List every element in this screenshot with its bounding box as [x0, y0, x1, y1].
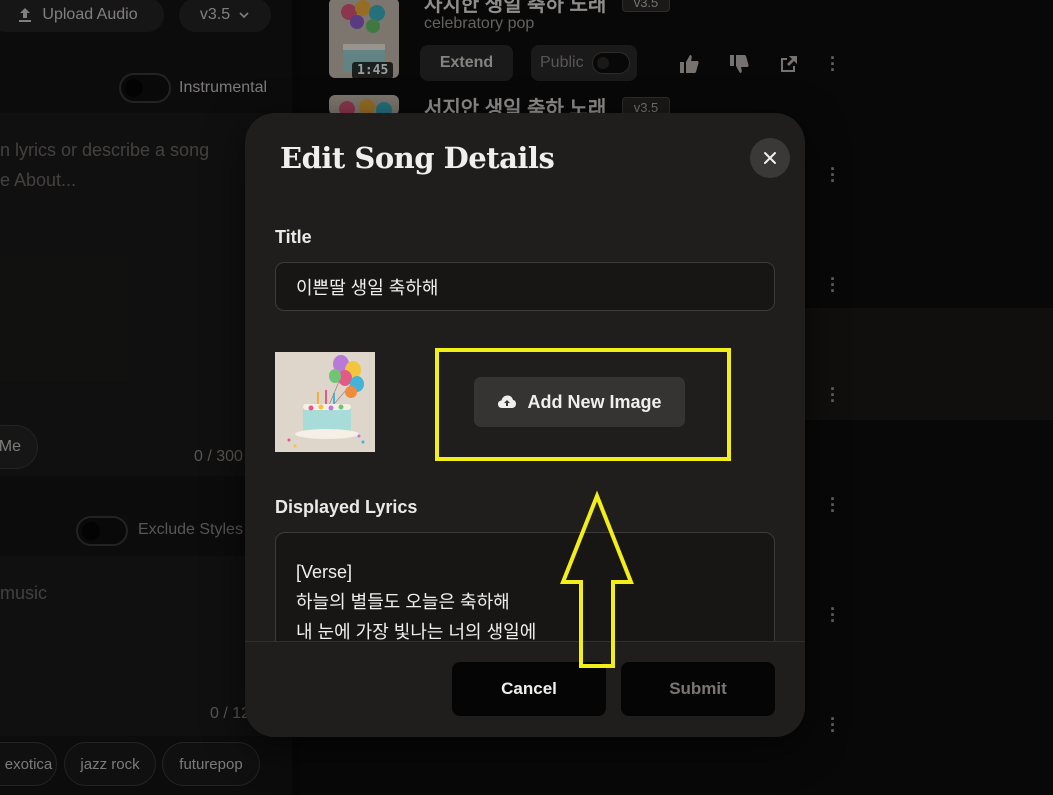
title-input[interactable]: 이쁜딸 생일 축하해 — [275, 262, 775, 311]
submit-label: Submit — [669, 679, 727, 698]
annotation-highlight-box — [435, 348, 731, 461]
cover-image — [275, 352, 375, 452]
submit-button[interactable]: Submit — [621, 662, 775, 716]
lyrics-line: [Verse] — [296, 562, 353, 582]
lyrics-line: 하늘의 별들도 오늘은 축하해 — [296, 592, 510, 612]
dialog-title: Edit Song Details — [280, 141, 555, 175]
app-root: Upload Audio v3.5 Instrumental n lyrics … — [0, 0, 1053, 795]
title-field-label: Title — [275, 227, 312, 247]
annotation-arrow-icon — [560, 490, 634, 668]
title-input-value: 이쁜딸 생일 축하해 — [296, 277, 439, 298]
close-button[interactable] — [750, 138, 790, 178]
cancel-button[interactable]: Cancel — [452, 662, 606, 716]
lyrics-field-label: Displayed Lyrics — [275, 497, 418, 517]
birthday-cake-image-icon — [275, 352, 375, 452]
cancel-label: Cancel — [501, 679, 557, 698]
close-icon — [764, 152, 776, 164]
